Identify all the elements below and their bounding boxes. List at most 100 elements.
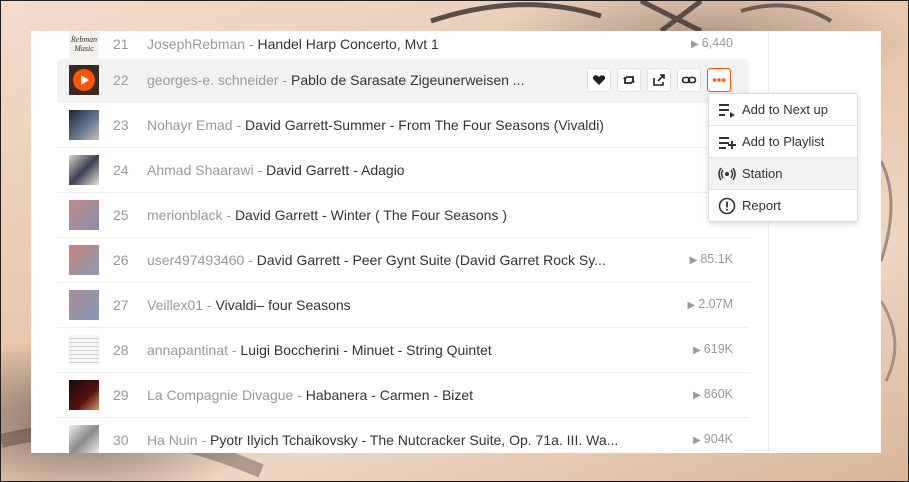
track-title-line[interactable]: merionblack - David Garrett - Winter ( T…: [147, 207, 667, 223]
track-artist[interactable]: merionblack: [147, 207, 222, 223]
play-count-value: 860K: [703, 387, 733, 401]
track-artist[interactable]: Ha Nuin: [147, 432, 198, 448]
track-artist[interactable]: annapantinat: [147, 342, 228, 358]
track-row[interactable]: 24 Ahmad Shaarawi - David Garrett - Adag…: [57, 149, 749, 193]
play-count: ▶ 904K: [693, 432, 733, 446]
play-count: ▶ 860K: [693, 387, 733, 401]
track-title-line[interactable]: Veillex01 - Vivaldi– four Seasons: [147, 297, 667, 313]
play-count-icon: ▶: [691, 39, 699, 50]
track-artist[interactable]: user497493460: [147, 252, 244, 268]
track-title[interactable]: David Garrett - Winter ( The Four Season…: [235, 207, 507, 223]
play-count: ▶ 85.1K: [690, 252, 733, 266]
separator: -: [278, 72, 291, 88]
track-artwork[interactable]: [69, 65, 99, 95]
track-artwork[interactable]: [69, 335, 99, 365]
separator: -: [227, 342, 241, 358]
menu-item-label: Station: [742, 166, 783, 181]
track-row[interactable]: 26 user497493460 - David Garrett - Peer …: [57, 239, 749, 283]
track-title[interactable]: Pyotr Ilyich Tchaikovsky - The Nutcracke…: [210, 432, 618, 448]
play-count-icon: ▶: [693, 390, 701, 401]
menu-item-station[interactable]: Station: [709, 158, 857, 190]
track-artist[interactable]: Nohayr Emad: [147, 117, 233, 133]
track-title-line[interactable]: user497493460 - David Garrett - Peer Gyn…: [147, 252, 667, 268]
separator: -: [244, 252, 257, 268]
add-to-next-up-icon: [719, 104, 735, 118]
share-icon: [653, 74, 665, 86]
track-artist[interactable]: Veillex01: [147, 297, 203, 313]
report-icon: [718, 197, 736, 215]
track-row[interactable]: 30 Ha Nuin - Pyotr Ilyich Tchaikovsky - …: [57, 419, 749, 453]
share-button[interactable]: [647, 68, 671, 92]
track-artwork[interactable]: [69, 200, 99, 230]
play-count-icon: ▶: [687, 300, 696, 311]
menu-item-label: Report: [742, 198, 782, 213]
menu-item-add-to-next-up[interactable]: Add to Next up: [709, 94, 857, 126]
track-row[interactable]: 27 Veillex01 - Vivaldi– four Seasons ▶ 2.…: [57, 284, 749, 328]
play-count-icon: ▶: [693, 345, 701, 356]
track-number: 29: [113, 387, 129, 403]
track-artwork[interactable]: [69, 155, 99, 185]
track-artwork[interactable]: [69, 110, 99, 140]
separator: -: [222, 207, 235, 223]
play-count-icon: ▶: [693, 435, 701, 446]
track-artist[interactable]: georges-e. schneider: [147, 72, 279, 88]
separator: -: [245, 36, 258, 52]
separator: -: [253, 162, 267, 178]
track-artwork[interactable]: [69, 245, 99, 275]
track-title[interactable]: David Garrett-Summer - From The Four Sea…: [245, 117, 604, 133]
track-title-line[interactable]: JosephRebman - Handel Harp Concerto, Mvt…: [147, 36, 667, 52]
track-number: 24: [113, 162, 129, 178]
menu-item-report[interactable]: Report: [709, 190, 857, 221]
track-title[interactable]: Habanera - Carmen - Bizet: [306, 387, 473, 403]
track-artwork[interactable]: [69, 380, 99, 410]
track-number: 21: [113, 36, 129, 52]
track-title[interactable]: Vivaldi– four Seasons: [216, 297, 351, 313]
play-count: ▶ 6,440: [691, 36, 733, 50]
track-row[interactable]: 25 merionblack - David Garrett - Winter …: [57, 194, 749, 238]
track-title-line[interactable]: Nohayr Emad - David Garrett-Summer - Fro…: [147, 117, 687, 133]
more-button[interactable]: [707, 68, 731, 92]
track-row[interactable]: 23 Nohayr Emad - David Garrett-Summer - …: [57, 104, 749, 148]
track-row[interactable]: 29 La Compagnie Divague - Habanera - Car…: [57, 374, 749, 418]
separator: -: [203, 297, 216, 313]
track-artist[interactable]: JosephRebman: [147, 36, 245, 52]
track-row[interactable]: 28 annapantinat - Luigi Boccherini - Min…: [57, 329, 749, 373]
track-number: 26: [113, 252, 129, 268]
track-title-line[interactable]: La Compagnie Divague - Habanera - Carmen…: [147, 387, 667, 403]
track-title-line[interactable]: Ahmad Shaarawi - David Garrett - Adagio: [147, 162, 667, 178]
track-title-line[interactable]: annapantinat - Luigi Boccherini - Minuet…: [147, 342, 667, 358]
track-title[interactable]: Luigi Boccherini - Minuet - String Quint…: [240, 342, 491, 358]
track-artist[interactable]: Ahmad Shaarawi: [147, 162, 254, 178]
track-title[interactable]: David Garrett - Peer Gynt Suite (David G…: [257, 252, 606, 268]
track-title-line[interactable]: Ha Nuin - Pyotr Ilyich Tchaikovsky - The…: [147, 432, 647, 448]
separator: -: [293, 387, 306, 403]
track-title[interactable]: David Garrett - Adagio: [266, 162, 405, 178]
track-row[interactable]: 22 georges-e. schneider - Pablo de Saras…: [57, 59, 749, 103]
copy-link-button[interactable]: [677, 68, 701, 92]
copy-link-icon: [681, 76, 697, 84]
play-count-value: 904K: [703, 432, 733, 446]
track-title-line[interactable]: georges-e. schneider - Pablo de Sarasate…: [147, 72, 587, 88]
track-artist[interactable]: La Compagnie Divague: [147, 387, 293, 403]
play-button[interactable]: [73, 69, 95, 91]
track-number: 22: [113, 72, 129, 88]
play-count-value: 2.07M: [698, 297, 733, 311]
play-count-value: 619K: [703, 342, 733, 356]
like-icon: [592, 75, 606, 85]
menu-item-add-to-playlist[interactable]: Add to Playlist: [709, 126, 857, 158]
track-title[interactable]: Handel Harp Concerto, Mvt 1: [258, 36, 439, 52]
like-button[interactable]: [587, 68, 611, 92]
repost-button[interactable]: [617, 68, 641, 92]
artwork-logo-text: Rebman Music: [70, 35, 98, 53]
play-count-value: 6,440: [701, 36, 733, 50]
more-options-menu: Add to Next up Add to Playlist Station R…: [708, 93, 858, 222]
separator: -: [197, 432, 211, 448]
separator: -: [232, 117, 246, 133]
add-to-playlist-icon: [719, 137, 736, 149]
repost-icon: [623, 76, 635, 84]
track-artwork[interactable]: Rebman Music: [69, 31, 99, 59]
track-artwork[interactable]: [69, 425, 99, 453]
play-count: ▶ 619K: [693, 342, 733, 356]
track-title[interactable]: Pablo de Sarasate Zigeunerweisen ...: [291, 72, 524, 88]
track-artwork[interactable]: [69, 290, 99, 320]
